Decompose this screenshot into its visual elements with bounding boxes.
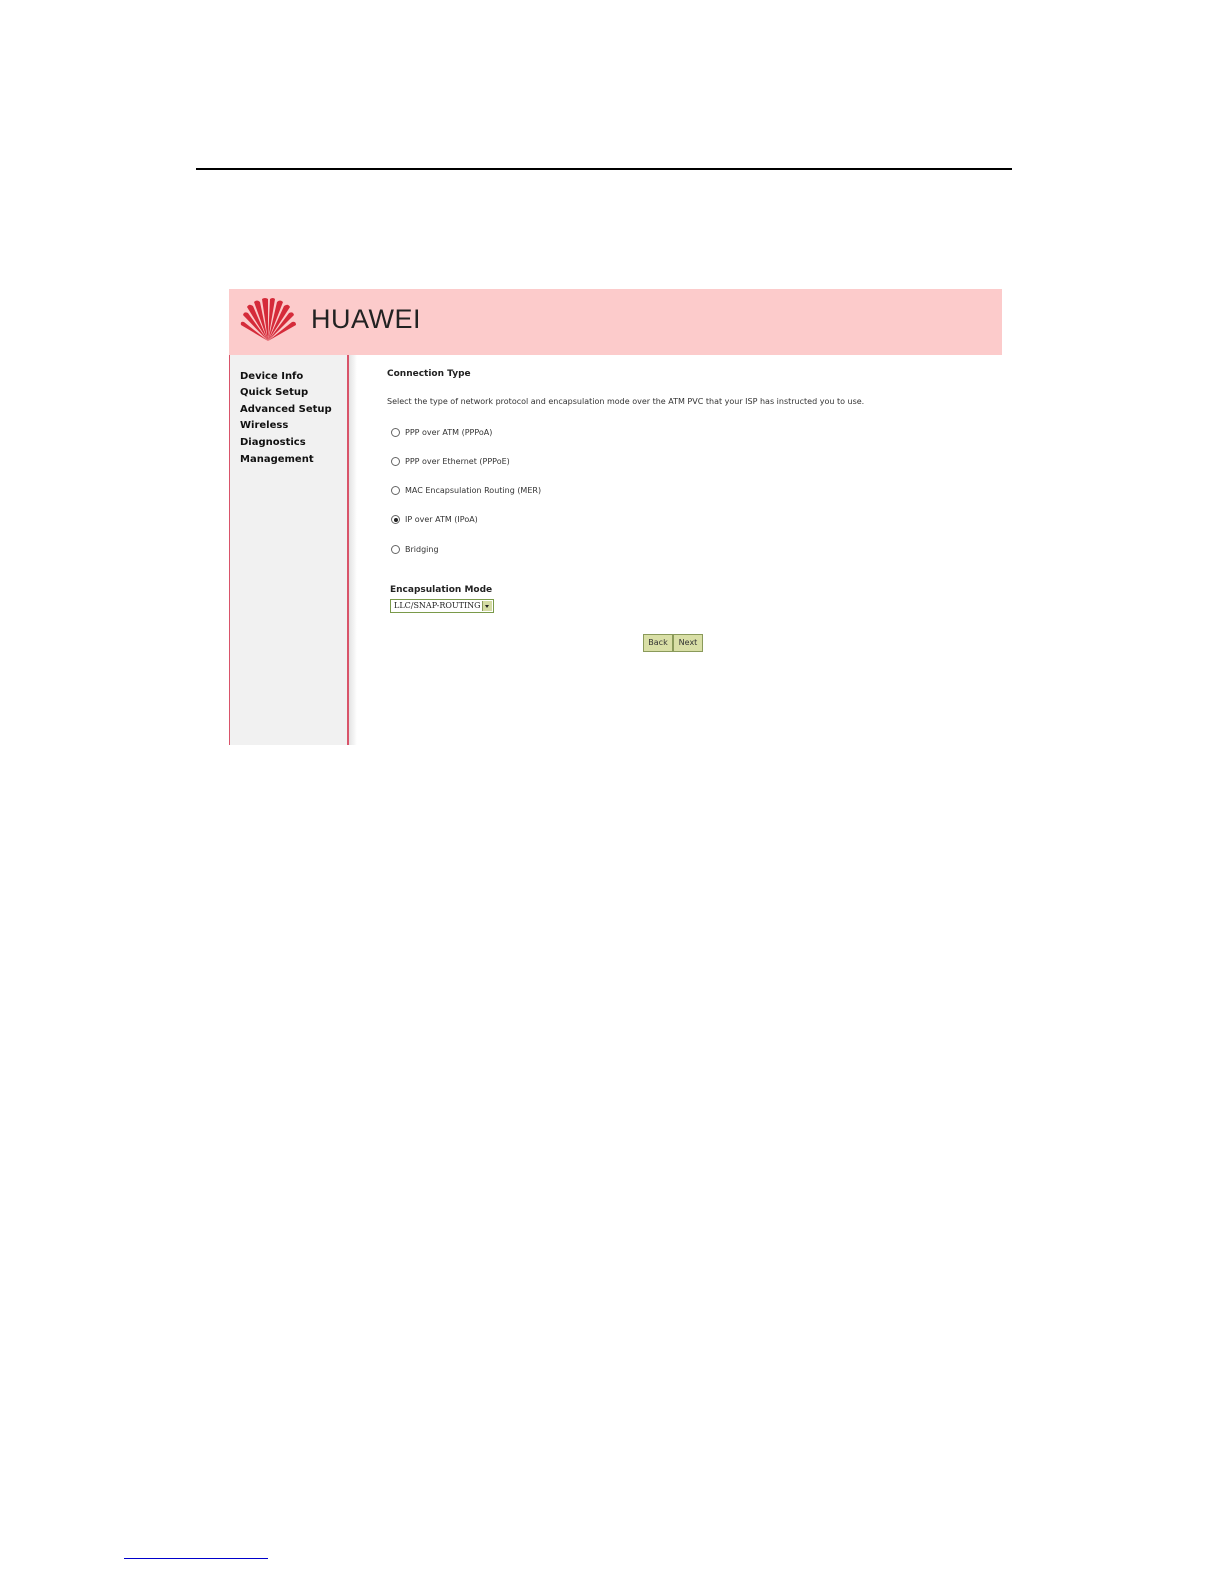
router-web-ui: HUAWEI Device Info Quick Setup Advanced … <box>229 289 1002 745</box>
sidebar-item-wireless[interactable]: Wireless <box>240 420 288 431</box>
radio-label: IP over ATM (IPoA) <box>405 515 478 524</box>
back-button[interactable]: Back <box>643 634 673 652</box>
sidebar-shadow <box>349 355 357 745</box>
radio-label: PPP over ATM (PPPoA) <box>405 428 493 437</box>
sidebar-item-quick-setup[interactable]: Quick Setup <box>240 387 308 398</box>
radio-pppoe[interactable] <box>391 457 400 466</box>
radio-mer[interactable] <box>391 486 400 495</box>
brand-name: HUAWEI <box>311 304 421 334</box>
radio-ipoa[interactable] <box>391 515 400 524</box>
radio-label: MAC Encapsulation Routing (MER) <box>405 486 542 495</box>
main-content: Connection Type Select the type of netwo… <box>387 355 997 745</box>
page-top-rule <box>196 168 1012 170</box>
chevron-down-icon[interactable] <box>482 601 492 611</box>
sidebar-item-diagnostics[interactable]: Diagnostics <box>240 437 306 448</box>
radio-pppoa[interactable] <box>391 428 400 437</box>
encapsulation-mode-value: LLC/SNAP-ROUTING <box>394 601 481 610</box>
header-banner: HUAWEI <box>229 289 1002 355</box>
radio-label: PPP over Ethernet (PPPoE) <box>405 457 510 466</box>
sidebar-item-advanced-setup[interactable]: Advanced Setup <box>240 404 332 415</box>
radio-bridging[interactable] <box>391 545 400 554</box>
encapsulation-mode-select[interactable]: LLC/SNAP-ROUTING <box>390 599 494 613</box>
footer-link-underline[interactable] <box>124 1558 268 1559</box>
huawei-petal-logo-icon <box>240 298 296 341</box>
sidebar: Device Info Quick Setup Advanced Setup W… <box>229 355 349 745</box>
next-button[interactable]: Next <box>673 634 703 652</box>
sidebar-item-device-info[interactable]: Device Info <box>240 371 303 382</box>
page-title: Connection Type <box>387 369 471 379</box>
sidebar-item-management[interactable]: Management <box>240 454 314 465</box>
instructions-text: Select the type of network protocol and … <box>387 397 865 406</box>
encapsulation-mode-label: Encapsulation Mode <box>390 585 493 595</box>
radio-label: Bridging <box>405 545 439 554</box>
